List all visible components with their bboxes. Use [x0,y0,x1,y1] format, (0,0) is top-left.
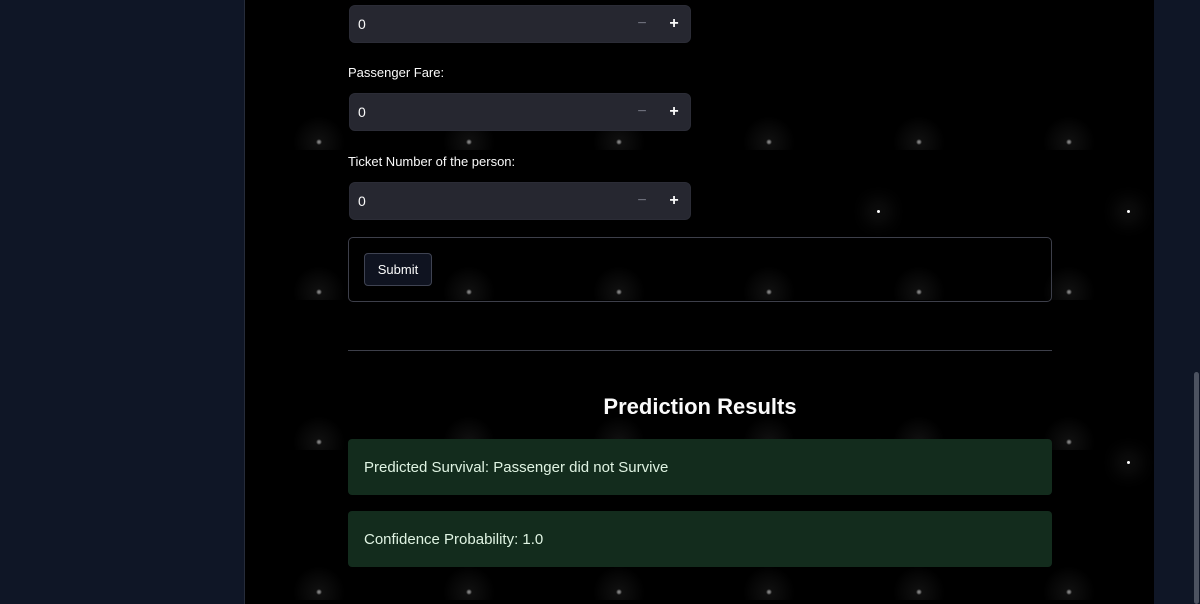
confidence-text: Confidence Probability: 1.0 [364,530,544,548]
decrement-button[interactable]: − [626,183,658,219]
app-window: 0 − + Passenger Fare: 0 − + Ticket Numbe… [0,0,1200,604]
scrollbar-thumb[interactable] [1194,372,1199,604]
input-value[interactable]: 0 [358,193,366,209]
sparkle-decoration [1127,461,1130,464]
fare-input[interactable]: 0 − + [349,93,691,131]
sparkle-decoration [877,210,880,213]
increment-button[interactable]: + [658,183,690,219]
ticket-number-input[interactable]: 0 − + [349,182,691,220]
decrement-button[interactable]: − [626,6,658,42]
ticket-number-label: Ticket Number of the person: [348,154,516,169]
survival-prediction-text: Predicted Survival: Passenger did not Su… [364,458,669,476]
sparkle-decoration [1127,210,1130,213]
sidebar [0,0,245,604]
confidence-alert: Confidence Probability: 1.0 [348,511,1052,567]
divider [348,350,1052,351]
input-value[interactable]: 0 [358,104,366,120]
fare-label: Passenger Fare: [348,65,445,80]
decrement-button[interactable]: − [626,94,658,130]
increment-button[interactable]: + [658,94,690,130]
number-input-previous[interactable]: 0 − + [349,5,691,43]
submit-button[interactable]: Submit [364,253,432,286]
form-container: Submit [348,237,1052,302]
main-content: 0 − + Passenger Fare: 0 − + Ticket Numbe… [245,0,1154,604]
survival-prediction-alert: Predicted Survival: Passenger did not Su… [348,439,1052,495]
increment-button[interactable]: + [658,6,690,42]
results-heading: Prediction Results [603,394,797,419]
input-value[interactable]: 0 [358,16,366,32]
